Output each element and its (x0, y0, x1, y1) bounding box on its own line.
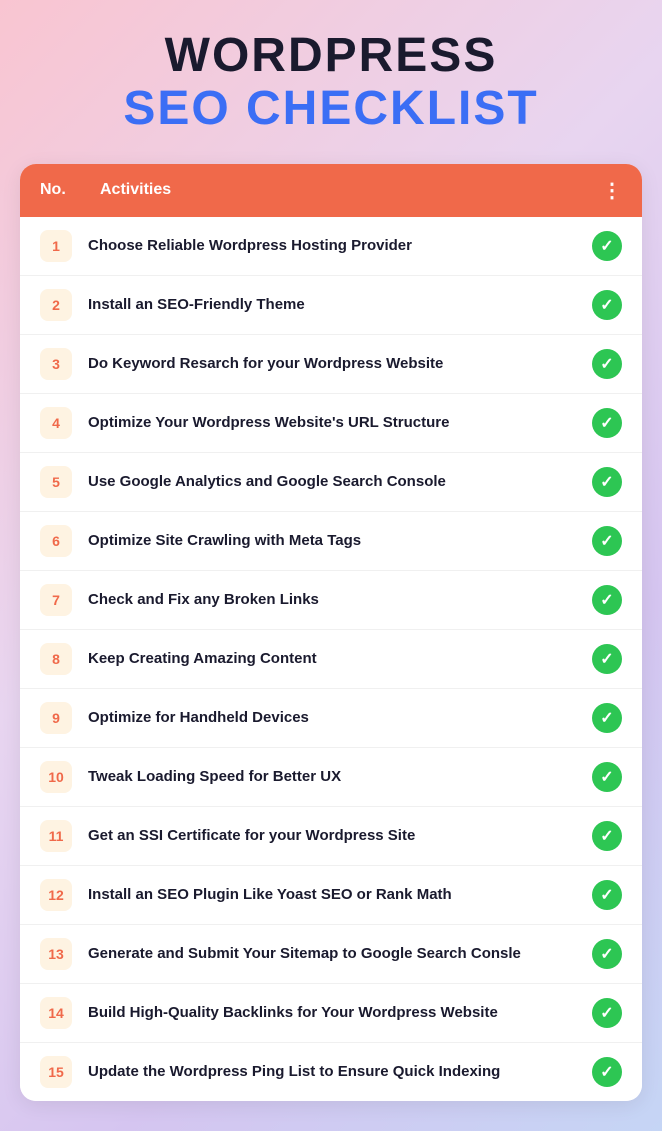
table-row[interactable]: 4 Optimize Your Wordpress Website's URL S… (20, 394, 642, 453)
item-text: Tweak Loading Speed for Better UX (88, 768, 592, 785)
check-icon (592, 1057, 622, 1087)
check-icon (592, 762, 622, 792)
table-row[interactable]: 11 Get an SSI Certificate for your Wordpr… (20, 807, 642, 866)
item-number: 9 (40, 702, 72, 734)
check-icon (592, 998, 622, 1028)
item-text: Install an SEO-Friendly Theme (88, 296, 592, 313)
item-number: 11 (40, 820, 72, 852)
table-row[interactable]: 6 Optimize Site Crawling with Meta Tags (20, 512, 642, 571)
item-text: Check and Fix any Broken Links (88, 591, 592, 608)
table-row[interactable]: 12 Install an SEO Plugin Like Yoast SEO o… (20, 866, 642, 925)
item-number: 10 (40, 761, 72, 793)
title-wordpress: WORDPRESS (20, 30, 642, 83)
check-icon (592, 644, 622, 674)
item-text: Build High-Quality Backlinks for Your Wo… (88, 1004, 592, 1021)
checklist-container: No. Activities ⋮ 1 Choose Reliable Wordpr… (20, 164, 642, 1101)
title-seo: SEO CHECKLIST (20, 83, 642, 136)
header-activities-label: Activities (100, 181, 582, 199)
table-row[interactable]: 5 Use Google Analytics and Google Search … (20, 453, 642, 512)
check-icon (592, 703, 622, 733)
table-row[interactable]: 3 Do Keyword Resarch for your Wordpress W… (20, 335, 642, 394)
table-row[interactable]: 2 Install an SEO-Friendly Theme (20, 276, 642, 335)
check-icon (592, 231, 622, 261)
table-row[interactable]: 14Build High-Quality Backlinks for Your … (20, 984, 642, 1043)
table-row[interactable]: 7 Check and Fix any Broken Links (20, 571, 642, 630)
item-number: 12 (40, 879, 72, 911)
check-icon (592, 408, 622, 438)
check-icon (592, 880, 622, 910)
table-row[interactable]: 1 Choose Reliable Wordpress Hosting Provi… (20, 217, 642, 276)
item-text: Optimize Your Wordpress Website's URL St… (88, 414, 592, 431)
header-menu-dots[interactable]: ⋮ (602, 178, 622, 203)
item-number: 15 (40, 1056, 72, 1088)
table-row[interactable]: 15 Update the Wordpress Ping List to Ensu… (20, 1043, 642, 1101)
checklist-rows: 1 Choose Reliable Wordpress Hosting Provi… (20, 217, 642, 1101)
check-icon (592, 939, 622, 969)
item-number: 4 (40, 407, 72, 439)
item-number: 8 (40, 643, 72, 675)
item-number: 1 (40, 230, 72, 262)
item-number: 13 (40, 938, 72, 970)
item-number: 5 (40, 466, 72, 498)
check-icon (592, 526, 622, 556)
item-number: 6 (40, 525, 72, 557)
item-text: Generate and Submit Your Sitemap to Goog… (88, 945, 592, 962)
item-text: Update the Wordpress Ping List to Ensure… (88, 1063, 592, 1080)
item-number: 2 (40, 289, 72, 321)
item-text: Do Keyword Resarch for your Wordpress We… (88, 355, 592, 372)
title-section: WORDPRESS SEO CHECKLIST (20, 30, 642, 136)
table-row[interactable]: 8 Keep Creating Amazing Content (20, 630, 642, 689)
item-text: Use Google Analytics and Google Search C… (88, 473, 592, 490)
check-icon (592, 821, 622, 851)
header-no-label: No. (40, 181, 80, 199)
checklist-header: No. Activities ⋮ (20, 164, 642, 217)
check-icon (592, 585, 622, 615)
item-text: Choose Reliable Wordpress Hosting Provid… (88, 237, 592, 254)
item-text: Optimize for Handheld Devices (88, 709, 592, 726)
item-text: Keep Creating Amazing Content (88, 650, 592, 667)
check-icon (592, 290, 622, 320)
table-row[interactable]: 13 Generate and Submit Your Sitemap to Go… (20, 925, 642, 984)
table-row[interactable]: 9 Optimize for Handheld Devices (20, 689, 642, 748)
check-icon (592, 467, 622, 497)
item-number: 7 (40, 584, 72, 616)
table-row[interactable]: 10 Tweak Loading Speed for Better UX (20, 748, 642, 807)
item-number: 3 (40, 348, 72, 380)
item-text: Install an SEO Plugin Like Yoast SEO or … (88, 886, 592, 903)
item-text: Get an SSI Certificate for your Wordpres… (88, 827, 592, 844)
check-icon (592, 349, 622, 379)
item-text: Optimize Site Crawling with Meta Tags (88, 532, 592, 549)
